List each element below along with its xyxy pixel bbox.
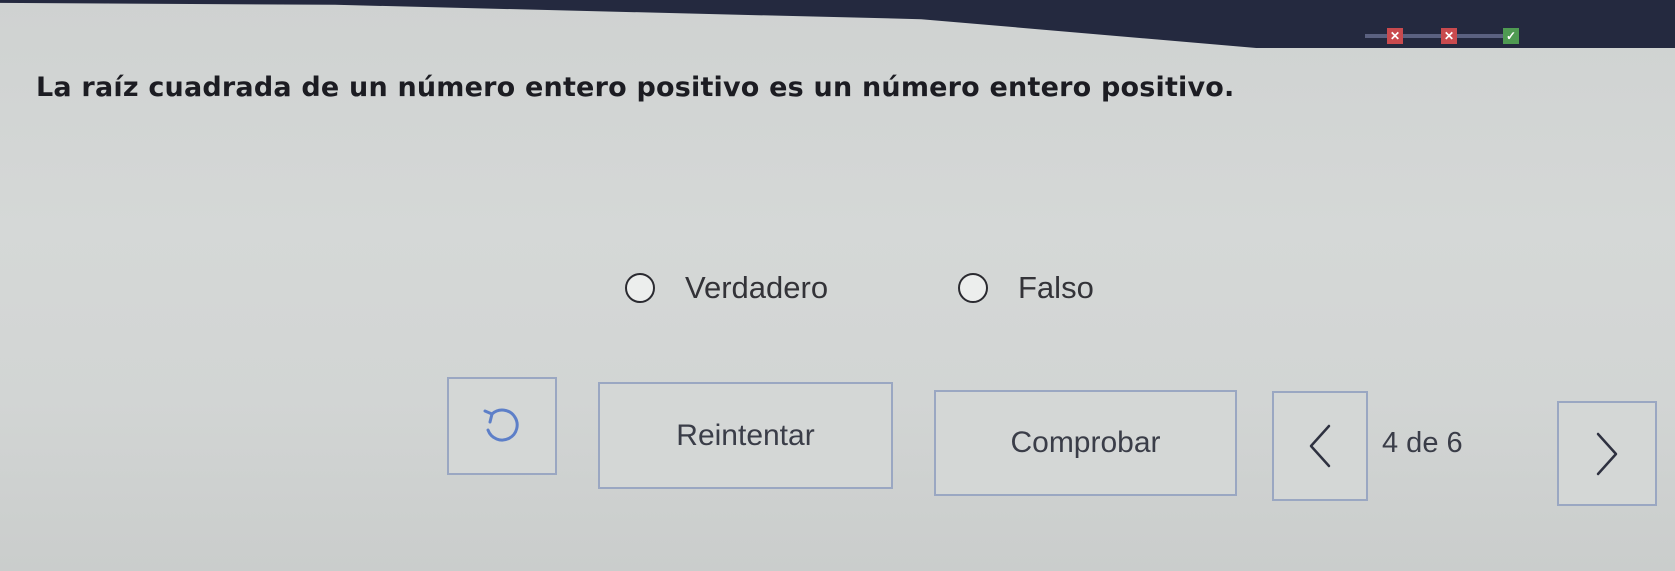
check-button-label: Comprobar (1010, 426, 1161, 459)
option-label: Verdadero (685, 270, 829, 305)
option-falso[interactable]: Falso (958, 270, 1094, 306)
checkmark-icon: ✓ (1503, 28, 1519, 44)
undo-arrow-icon (479, 403, 525, 449)
previous-button[interactable] (1272, 391, 1368, 501)
retry-icon-button[interactable] (447, 377, 557, 475)
progress-connector (1457, 34, 1503, 38)
progress-indicator: ✕ ✕ ✓ (1365, 26, 1519, 46)
question-text: La raíz cuadrada de un número entero pos… (36, 72, 1235, 103)
incorrect-icon: ✕ (1387, 28, 1403, 44)
retry-button-label: Reintentar (676, 418, 815, 452)
option-label: Falso (1018, 270, 1094, 305)
progress-connector (1403, 34, 1441, 38)
page-indicator: 4 de 6 (1382, 427, 1463, 459)
retry-button[interactable]: Reintentar (598, 382, 893, 489)
option-verdadero[interactable]: Verdadero (625, 270, 828, 306)
check-button[interactable]: Comprobar (934, 390, 1237, 496)
next-button[interactable] (1557, 401, 1657, 506)
incorrect-icon: ✕ (1441, 28, 1457, 44)
radio-falso[interactable] (958, 273, 988, 303)
radio-verdadero[interactable] (625, 273, 655, 303)
chevron-right-icon (1592, 429, 1622, 479)
chevron-left-icon (1305, 421, 1335, 471)
progress-connector (1365, 34, 1387, 38)
